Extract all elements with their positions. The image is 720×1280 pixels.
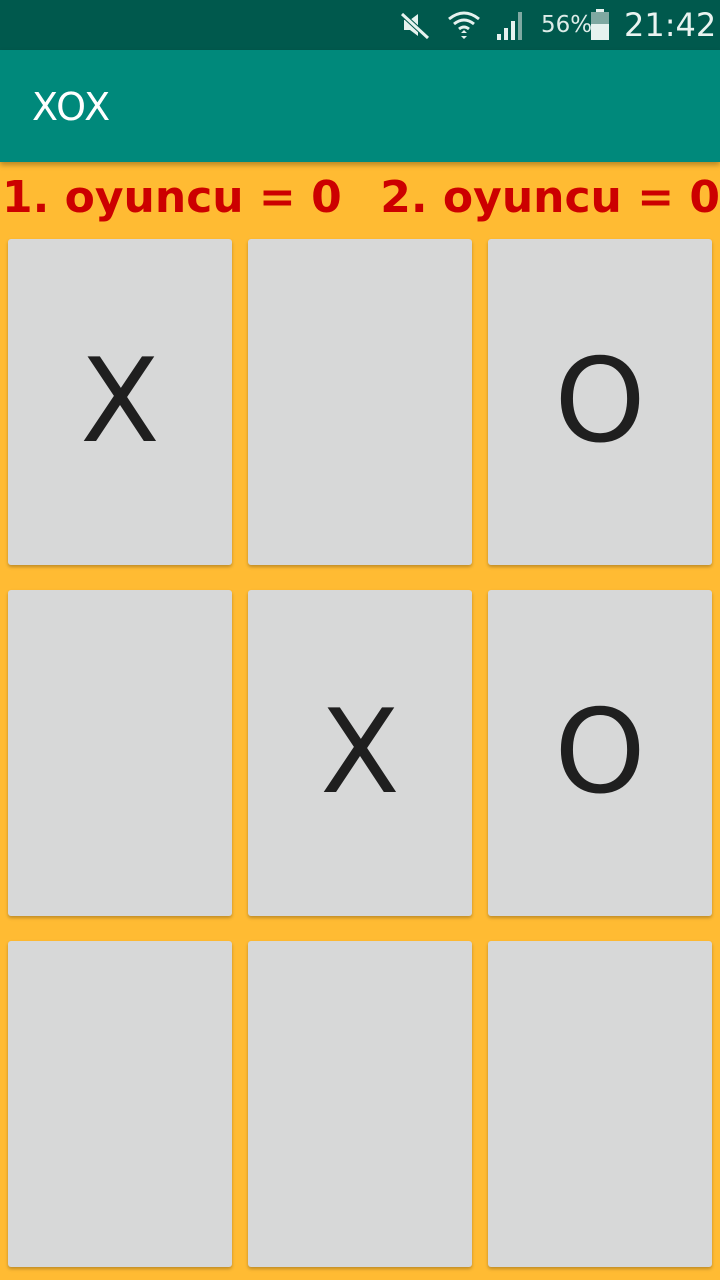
cell-mark: X <box>80 334 160 469</box>
battery-icon <box>588 8 612 42</box>
board-cell-1[interactable]: X <box>8 239 232 565</box>
cell-mark: O <box>554 334 646 469</box>
player1-score: 1. oyuncu = 0 <box>2 172 342 223</box>
board-cell-4[interactable] <box>8 590 232 916</box>
app-root: 56% 21:42 XOX 1. oyuncu = 0 2. oyuncu = … <box>0 0 720 1280</box>
app-title: XOX <box>32 85 111 129</box>
player2-score: 2. oyuncu = 0 <box>380 172 720 223</box>
mute-icon <box>398 8 432 42</box>
board-cell-2[interactable] <box>248 239 472 565</box>
board-cell-3[interactable]: O <box>488 239 712 565</box>
status-bar: 56% 21:42 <box>0 0 720 50</box>
board-cell-7[interactable] <box>8 941 232 1267</box>
app-bar: XOX <box>0 50 720 162</box>
board-cell-6[interactable]: O <box>488 590 712 916</box>
cell-mark: X <box>320 685 400 820</box>
signal-icon <box>494 8 528 42</box>
battery-percent: 56% <box>541 12 593 38</box>
board-cell-9[interactable] <box>488 941 712 1267</box>
wifi-icon <box>447 8 481 42</box>
board-cell-8[interactable] <box>248 941 472 1267</box>
board-cell-5[interactable]: X <box>248 590 472 916</box>
clock: 21:42 <box>624 6 717 44</box>
cell-mark: O <box>554 685 646 820</box>
